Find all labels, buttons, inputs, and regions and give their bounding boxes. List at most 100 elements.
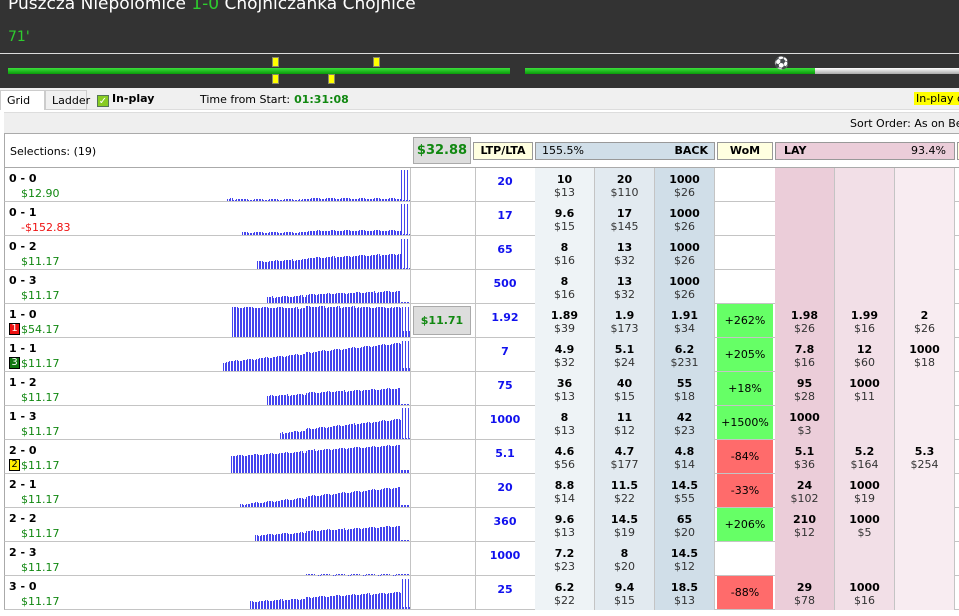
lay-price-cell[interactable] bbox=[895, 576, 955, 610]
back-price-cell[interactable]: 4.7 $177 bbox=[595, 440, 655, 474]
lay-price-cell[interactable]: 95 $28 bbox=[775, 372, 835, 406]
back-price-cell[interactable]: 10 $13 bbox=[535, 168, 595, 202]
lay-price-cell[interactable] bbox=[835, 542, 895, 576]
selection-row[interactable]: 2 - 2 $11.17 360 9.6 $13 14.5 $19 65 $20 +206% 210… bbox=[4, 508, 959, 542]
lay-price-cell[interactable] bbox=[895, 474, 955, 508]
lay-price-cell[interactable] bbox=[895, 236, 955, 270]
back-price-cell[interactable]: 4.6 $56 bbox=[535, 440, 595, 474]
back-price-cell[interactable]: 6.2 $22 bbox=[535, 576, 595, 610]
back-price-cell[interactable]: 40 $15 bbox=[595, 372, 655, 406]
back-price-cell[interactable]: 8 $16 bbox=[535, 236, 595, 270]
selection-row[interactable]: 1 - 1 3 $11.17 7 4.9 $32 5.1 $24 6.2 $231 +205% 7.8… bbox=[4, 338, 959, 372]
back-price-cell[interactable]: 4.8 $14 bbox=[655, 440, 715, 474]
back-price-cell[interactable]: 11 $12 bbox=[595, 406, 655, 440]
back-price-cell[interactable]: 9.6 $15 bbox=[535, 202, 595, 236]
lay-price-cell[interactable] bbox=[775, 270, 835, 304]
selection-row[interactable]: 0 - 2 $11.17 65 8 $16 13 $32 1000 $26 bbox=[4, 236, 959, 270]
selection-name[interactable]: 1 - 0 bbox=[9, 308, 37, 321]
lay-price-cell[interactable]: 1.99 $16 bbox=[835, 304, 895, 338]
selection-name[interactable]: 2 - 2 bbox=[9, 512, 37, 525]
lay-price-cell[interactable]: 12 $60 bbox=[835, 338, 895, 372]
back-price-cell[interactable]: 17 $145 bbox=[595, 202, 655, 236]
selection-row[interactable]: 2 - 3 $11.17 1000 7.2 $23 8 $20 14.5 $12 bbox=[4, 542, 959, 576]
selection-name[interactable]: 2 - 0 bbox=[9, 444, 37, 457]
lay-price-cell[interactable] bbox=[895, 168, 955, 202]
row-pl-button[interactable]: $11.71 bbox=[413, 306, 471, 335]
lay-price-cell[interactable]: 1.98 $26 bbox=[775, 304, 835, 338]
selection-name[interactable]: 2 - 1 bbox=[9, 478, 37, 491]
lay-price-cell[interactable] bbox=[775, 202, 835, 236]
back-price-cell[interactable]: 1.9 $173 bbox=[595, 304, 655, 338]
lay-price-cell[interactable] bbox=[835, 202, 895, 236]
back-price-cell[interactable]: 14.5 $55 bbox=[655, 474, 715, 508]
lay-price-cell[interactable]: 7.8 $16 bbox=[775, 338, 835, 372]
back-price-cell[interactable]: 7.2 $23 bbox=[535, 542, 595, 576]
back-price-cell[interactable]: 5.1 $24 bbox=[595, 338, 655, 372]
lay-price-cell[interactable]: 1000 $11 bbox=[835, 372, 895, 406]
ltp-header[interactable]: LTP/LTA bbox=[473, 142, 533, 160]
back-price-cell[interactable]: 11.5 $22 bbox=[595, 474, 655, 508]
back-price-cell[interactable]: 1000 $26 bbox=[655, 236, 715, 270]
back-price-cell[interactable]: 13 $32 bbox=[595, 236, 655, 270]
selection-name[interactable]: 0 - 2 bbox=[9, 240, 37, 253]
lay-price-cell[interactable]: 1000 $3 bbox=[775, 406, 835, 440]
lay-price-cell[interactable] bbox=[775, 168, 835, 202]
tab-ladder[interactable]: Ladder bbox=[45, 90, 90, 110]
lay-header[interactable]: LAY 93.4% bbox=[775, 142, 955, 160]
back-price-cell[interactable]: 18.5 $13 bbox=[655, 576, 715, 610]
lay-price-cell[interactable]: 210 $12 bbox=[775, 508, 835, 542]
lay-price-cell[interactable] bbox=[895, 202, 955, 236]
selection-name[interactable]: 1 - 2 bbox=[9, 376, 37, 389]
tab-grid[interactable]: Grid bbox=[0, 90, 45, 110]
lay-price-cell[interactable]: 1000 $19 bbox=[835, 474, 895, 508]
back-price-cell[interactable]: 20 $110 bbox=[595, 168, 655, 202]
selection-name[interactable]: 0 - 0 bbox=[9, 172, 37, 185]
back-price-cell[interactable]: 9.6 $13 bbox=[535, 508, 595, 542]
lay-price-cell[interactable] bbox=[835, 406, 895, 440]
back-header[interactable]: 155.5% BACK bbox=[535, 142, 715, 160]
back-price-cell[interactable]: 6.2 $231 bbox=[655, 338, 715, 372]
lay-price-cell[interactable]: 1000 $18 bbox=[895, 338, 955, 372]
selection-name[interactable]: 0 - 1 bbox=[9, 206, 37, 219]
back-price-cell[interactable]: 1.91 $34 bbox=[655, 304, 715, 338]
lay-price-cell[interactable] bbox=[895, 508, 955, 542]
back-price-cell[interactable]: 8.8 $14 bbox=[535, 474, 595, 508]
back-price-cell[interactable]: 4.9 $32 bbox=[535, 338, 595, 372]
selection-row[interactable]: 0 - 0 $12.90 20 10 $13 20 $110 1000 $26 bbox=[4, 168, 959, 202]
selection-row[interactable]: 2 - 0 2 $11.17 5.1 4.6 $56 4.7 $177 4.8 $14 -84% 5.… bbox=[4, 440, 959, 474]
selection-row[interactable]: 1 - 0 1 $54.17 $11.71 1.92 1.89 $39 1.9 $173 1.91… bbox=[4, 304, 959, 338]
lay-price-cell[interactable]: 5.3 $254 bbox=[895, 440, 955, 474]
back-price-cell[interactable]: 13 $32 bbox=[595, 270, 655, 304]
selection-name[interactable]: 1 - 3 bbox=[9, 410, 37, 423]
lay-price-cell[interactable] bbox=[895, 542, 955, 576]
selection-row[interactable]: 1 - 3 $11.17 1000 8 $13 11 $12 42 $23 +1500% 1000 $… bbox=[4, 406, 959, 440]
selection-name[interactable]: 0 - 3 bbox=[9, 274, 37, 287]
lay-price-cell[interactable]: 2 $26 bbox=[895, 304, 955, 338]
lay-price-cell[interactable]: 1000 $16 bbox=[835, 576, 895, 610]
lay-price-cell[interactable]: 29 $78 bbox=[775, 576, 835, 610]
back-price-cell[interactable]: 55 $18 bbox=[655, 372, 715, 406]
back-price-cell[interactable]: 1000 $26 bbox=[655, 202, 715, 236]
lay-price-cell[interactable] bbox=[835, 236, 895, 270]
back-price-cell[interactable]: 8 $20 bbox=[595, 542, 655, 576]
selection-name[interactable]: 2 - 3 bbox=[9, 546, 37, 559]
lay-price-cell[interactable] bbox=[775, 236, 835, 270]
lay-price-cell[interactable] bbox=[895, 372, 955, 406]
selection-row[interactable]: 0 - 1 -$152.83 17 9.6 $15 17 $145 1000 $26 bbox=[4, 202, 959, 236]
selection-row[interactable]: 3 - 0 $11.17 25 6.2 $22 9.4 $15 18.5 $13 -88% 29 $7… bbox=[4, 576, 959, 610]
back-price-cell[interactable]: 1000 $26 bbox=[655, 270, 715, 304]
back-price-cell[interactable]: 1.89 $39 bbox=[535, 304, 595, 338]
sort-order[interactable]: Sort Order: As on Betf bbox=[850, 117, 959, 130]
selection-name[interactable]: 3 - 0 bbox=[9, 580, 37, 593]
lay-price-cell[interactable]: 5.2 $164 bbox=[835, 440, 895, 474]
back-price-cell[interactable]: 42 $23 bbox=[655, 406, 715, 440]
back-price-cell[interactable]: 1000 $26 bbox=[655, 168, 715, 202]
back-price-cell[interactable]: 8 $13 bbox=[535, 406, 595, 440]
selection-row[interactable]: 2 - 1 $11.17 20 8.8 $14 11.5 $22 14.5 $55 -33% 24 $… bbox=[4, 474, 959, 508]
selection-name[interactable]: 1 - 1 bbox=[9, 342, 37, 355]
selection-row[interactable]: 0 - 3 $11.17 500 8 $16 13 $32 1000 $26 bbox=[4, 270, 959, 304]
back-price-cell[interactable]: 36 $13 bbox=[535, 372, 595, 406]
lay-price-cell[interactable] bbox=[895, 270, 955, 304]
back-price-cell[interactable]: 14.5 $12 bbox=[655, 542, 715, 576]
selection-row[interactable]: 1 - 2 $11.17 75 36 $13 40 $15 55 $18 +18% 95 $28 100… bbox=[4, 372, 959, 406]
